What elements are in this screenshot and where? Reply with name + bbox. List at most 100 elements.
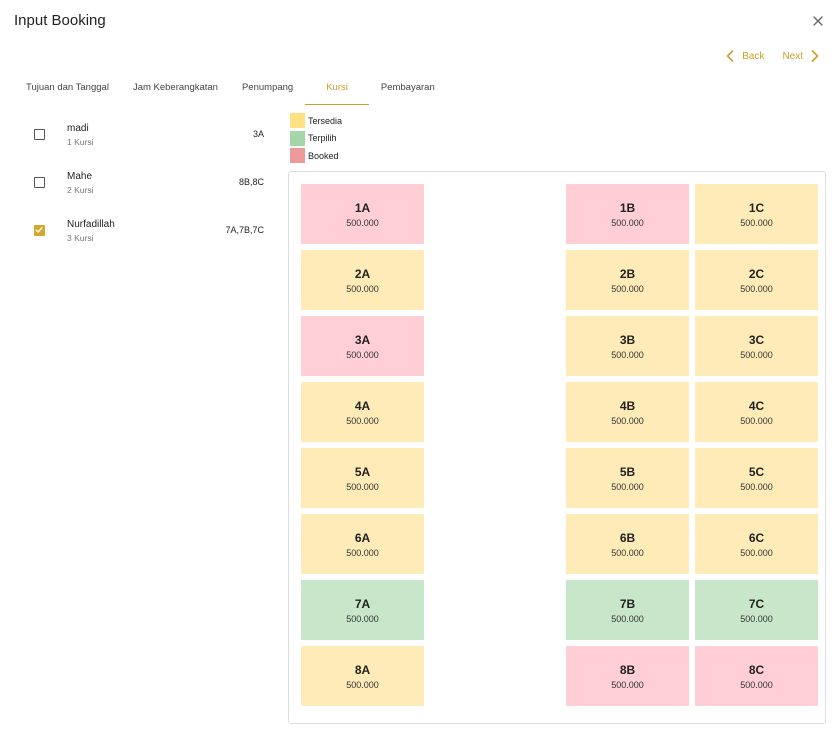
seat-label: 1A [354,200,371,215]
seat-5c[interactable]: 5C 500.000 [695,448,818,508]
seat-label: 6C [748,530,765,545]
seat-map-grid: 1A 500.000 1B 500.000 1C 500.000 2A 500.000 2B 50… [301,184,818,706]
seat-6b[interactable]: 6B 500.000 [566,514,689,574]
seat-price: 500.000 [740,415,773,426]
seat-8a[interactable]: 8A 500.000 [301,646,424,706]
seat-3b[interactable]: 3B 500.000 [566,316,689,376]
seat-label: 3C [748,332,765,347]
seat-price: 500.000 [346,547,379,558]
seat-8b[interactable]: 8B 500.000 [566,646,689,706]
seat-price: 500.000 [611,283,644,294]
chevron-left-icon [726,50,734,62]
seat-label: 7C [748,596,765,611]
passenger-checkbox[interactable] [34,225,45,236]
seat-1b[interactable]: 1B 500.000 [566,184,689,244]
seat-label: 6B [619,530,636,545]
seat-2c[interactable]: 2C 500.000 [695,250,818,310]
tab-jam-keberangkatan[interactable]: Jam Keberangkatan [121,72,230,105]
input-booking-dialog: Input Booking Back Next Tujuan dan Tangg… [0,0,839,744]
seat-1c[interactable]: 1C 500.000 [695,184,818,244]
tab-penumpang[interactable]: Penumpang [230,72,305,105]
seat-price: 500.000 [740,547,773,558]
seat-7b[interactable]: 7B 500.000 [566,580,689,640]
legend-swatch [290,130,305,146]
seat-price: 500.000 [740,349,773,360]
next-button[interactable]: Next [782,49,821,63]
passenger-name: Mahe [67,171,93,182]
passenger-seat-count: 3 Kursi [67,233,94,243]
seat-5a[interactable]: 5A 500.000 [301,448,424,508]
seat-price: 500.000 [740,217,773,228]
tab-kursi[interactable]: Kursi [305,72,369,105]
passenger-seat-count: 1 Kursi [67,137,94,147]
seat-6a[interactable]: 6A 500.000 [301,514,424,574]
passenger-row[interactable]: Mahe 2 Kursi 8B,8C [24,166,270,214]
seat-label: 2A [354,266,371,281]
seat-label: 1C [748,200,765,215]
back-button[interactable]: Back [724,49,764,63]
passenger-list: madi 1 Kursi 3A Mahe 2 Kursi 8B,8C Nurfa… [24,118,270,262]
seat-price: 500.000 [346,613,379,624]
seat-label: 4C [748,398,765,413]
seat-map-panel: 1A 500.000 1B 500.000 1C 500.000 2A 500.000 2B 50… [288,171,826,724]
seat-price: 500.000 [346,481,379,492]
passenger-checkbox[interactable] [34,129,45,140]
seat-price: 500.000 [740,481,773,492]
seat-price: 500.000 [740,613,773,624]
seat-label: 8C [748,662,765,677]
seat-label: 5C [748,464,765,479]
seat-price: 500.000 [611,481,644,492]
seat-2b[interactable]: 2B 500.000 [566,250,689,310]
passenger-checkbox[interactable] [34,177,45,188]
booking-steps-tabs: Tujuan dan Tanggal Jam Keberangkatan Pen… [14,72,447,105]
seat-2a[interactable]: 2A 500.000 [301,250,424,310]
seat-price: 500.000 [611,679,644,690]
seat-7a[interactable]: 7A 500.000 [301,580,424,640]
seat-label: 5A [354,464,371,479]
seat-price: 500.000 [740,679,773,690]
seat-price: 500.000 [346,217,379,228]
legend-label: Tersedia [308,115,343,126]
seat-4b[interactable]: 4B 500.000 [566,382,689,442]
seat-6c[interactable]: 6C 500.000 [695,514,818,574]
passenger-seats: 3A [252,129,264,139]
seat-price: 500.000 [346,415,379,426]
passenger-row[interactable]: madi 1 Kursi 3A [24,118,270,166]
seat-4a[interactable]: 4A 500.000 [301,382,424,442]
seat-7c[interactable]: 7C 500.000 [695,580,818,640]
check-icon [35,227,43,233]
seat-3c[interactable]: 3C 500.000 [695,316,818,376]
close-icon[interactable] [811,14,825,28]
seat-8c[interactable]: 8C 500.000 [695,646,818,706]
legend-item-tersedia: Tersedia [290,112,342,130]
seat-price: 500.000 [611,349,644,360]
legend-item-terpilih: Terpilih [290,130,342,148]
seat-label: 8B [619,662,636,677]
passenger-seat-count: 2 Kursi [67,185,94,195]
seat-price: 500.000 [611,217,644,228]
seat-label: 8A [354,662,371,677]
step-navigation: Back Next [724,49,821,63]
passenger-row[interactable]: Nurfadillah 3 Kursi 7A,7B,7C [24,214,270,262]
seat-label: 5B [619,464,636,479]
seat-1a[interactable]: 1A 500.000 [301,184,424,244]
legend-label: Booked [308,150,339,161]
legend-item-booked: Booked [290,147,342,165]
next-button-label: Next [782,50,803,62]
tab-pembayaran[interactable]: Pembayaran [369,72,447,105]
seat-price: 500.000 [611,613,644,624]
seat-legend: Tersedia Terpilih Booked [290,112,342,165]
seat-label: 1B [619,200,636,215]
dialog-title: Input Booking [14,12,106,29]
seat-label: 4B [619,398,636,413]
seat-5b[interactable]: 5B 500.000 [566,448,689,508]
seat-price: 500.000 [611,415,644,426]
seat-label: 4A [354,398,371,413]
seat-3a[interactable]: 3A 500.000 [301,316,424,376]
seat-4c[interactable]: 4C 500.000 [695,382,818,442]
seat-label: 7B [619,596,636,611]
seat-label: 2C [748,266,765,281]
seat-price: 500.000 [346,283,379,294]
seat-label: 3A [354,332,371,347]
tab-tujuan-dan-tanggal[interactable]: Tujuan dan Tanggal [14,72,121,105]
